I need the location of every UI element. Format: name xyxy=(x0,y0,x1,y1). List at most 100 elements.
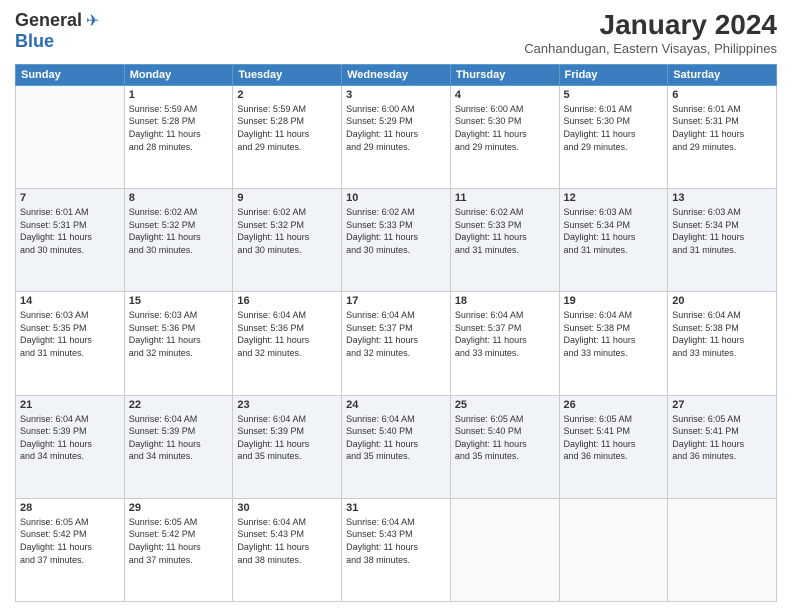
day-cell: 13 Sunrise: 6:03 AM Sunset: 5:34 PM Dayli… xyxy=(668,189,777,292)
day-info: Sunrise: 6:00 AM Sunset: 5:30 PM Dayligh… xyxy=(455,103,555,153)
day-cell: 9 Sunrise: 6:02 AM Sunset: 5:32 PM Daylig… xyxy=(233,189,342,292)
day-info: Sunrise: 6:05 AM Sunset: 5:42 PM Dayligh… xyxy=(129,516,229,566)
column-header-friday: Friday xyxy=(559,64,668,85)
day-cell: 7 Sunrise: 6:01 AM Sunset: 5:31 PM Daylig… xyxy=(16,189,125,292)
day-number: 18 xyxy=(455,295,555,307)
day-info: Sunrise: 6:02 AM Sunset: 5:33 PM Dayligh… xyxy=(346,206,446,256)
day-info: Sunrise: 6:01 AM Sunset: 5:31 PM Dayligh… xyxy=(20,206,120,256)
day-number: 22 xyxy=(129,399,229,411)
day-cell: 15 Sunrise: 6:03 AM Sunset: 5:36 PM Dayli… xyxy=(124,292,233,395)
month-title: January 2024 xyxy=(524,10,777,41)
day-number: 5 xyxy=(564,89,664,101)
day-info: Sunrise: 6:04 AM Sunset: 5:43 PM Dayligh… xyxy=(346,516,446,566)
day-cell: 31 Sunrise: 6:04 AM Sunset: 5:43 PM Dayli… xyxy=(342,498,451,601)
day-number: 13 xyxy=(672,192,772,204)
day-cell: 24 Sunrise: 6:04 AM Sunset: 5:40 PM Dayli… xyxy=(342,395,451,498)
day-info: Sunrise: 6:04 AM Sunset: 5:40 PM Dayligh… xyxy=(346,413,446,463)
day-cell: 19Sunrise: 6:04 AM Sunset: 5:38 PM Dayli… xyxy=(559,292,668,395)
day-info: Sunrise: 6:04 AM Sunset: 5:38 PM Dayligh… xyxy=(672,309,772,359)
day-info: Sunrise: 6:01 AM Sunset: 5:30 PM Dayligh… xyxy=(564,103,664,153)
day-number: 9 xyxy=(237,192,337,204)
day-info: Sunrise: 6:02 AM Sunset: 5:32 PM Dayligh… xyxy=(237,206,337,256)
day-number: 10 xyxy=(346,192,446,204)
day-cell: 26 Sunrise: 6:05 AM Sunset: 5:41 PM Dayli… xyxy=(559,395,668,498)
day-number: 20 xyxy=(672,295,772,307)
day-cell: 5 Sunrise: 6:01 AM Sunset: 5:30 PM Daylig… xyxy=(559,85,668,188)
logo-bird-icon: ✈ xyxy=(86,11,99,31)
day-number: 28 xyxy=(20,502,120,514)
day-info: Sunrise: 5:59 AM Sunset: 5:28 PM Dayligh… xyxy=(237,103,337,153)
day-cell: 1 Sunrise: 5:59 AM Sunset: 5:28 PM Daylig… xyxy=(124,85,233,188)
day-number: 14 xyxy=(20,295,120,307)
day-cell: 2 Sunrise: 5:59 AM Sunset: 5:28 PM Daylig… xyxy=(233,85,342,188)
day-number: 19 xyxy=(564,295,664,307)
day-number: 8 xyxy=(129,192,229,204)
day-cell: 12Sunrise: 6:03 AM Sunset: 5:34 PM Dayli… xyxy=(559,189,668,292)
day-number: 23 xyxy=(237,399,337,411)
day-cell: 11 Sunrise: 6:02 AM Sunset: 5:33 PM Dayli… xyxy=(450,189,559,292)
week-row-3: 14 Sunrise: 6:03 AM Sunset: 5:35 PM Dayli… xyxy=(16,292,777,395)
week-row-1: 1 Sunrise: 5:59 AM Sunset: 5:28 PM Daylig… xyxy=(16,85,777,188)
calendar-table: SundayMondayTuesdayWednesdayThursdayFrid… xyxy=(15,64,777,602)
day-info: Sunrise: 6:00 AM Sunset: 5:29 PM Dayligh… xyxy=(346,103,446,153)
day-cell xyxy=(16,85,125,188)
day-cell: 28Sunrise: 6:05 AM Sunset: 5:42 PM Dayli… xyxy=(16,498,125,601)
day-number: 26 xyxy=(564,399,664,411)
day-cell: 4 Sunrise: 6:00 AM Sunset: 5:30 PM Daylig… xyxy=(450,85,559,188)
day-cell: 20 Sunrise: 6:04 AM Sunset: 5:38 PM Dayli… xyxy=(668,292,777,395)
day-number: 25 xyxy=(455,399,555,411)
day-number: 4 xyxy=(455,89,555,101)
day-number: 6 xyxy=(672,89,772,101)
day-info: Sunrise: 6:04 AM Sunset: 5:39 PM Dayligh… xyxy=(20,413,120,463)
day-info: Sunrise: 6:04 AM Sunset: 5:36 PM Dayligh… xyxy=(237,309,337,359)
day-info: Sunrise: 6:04 AM Sunset: 5:39 PM Dayligh… xyxy=(129,413,229,463)
day-info: Sunrise: 6:04 AM Sunset: 5:37 PM Dayligh… xyxy=(346,309,446,359)
day-info: Sunrise: 6:05 AM Sunset: 5:41 PM Dayligh… xyxy=(672,413,772,463)
day-cell: 22 Sunrise: 6:04 AM Sunset: 5:39 PM Dayli… xyxy=(124,395,233,498)
day-cell: 23 Sunrise: 6:04 AM Sunset: 5:39 PM Dayli… xyxy=(233,395,342,498)
day-info: Sunrise: 5:59 AM Sunset: 5:28 PM Dayligh… xyxy=(129,103,229,153)
day-number: 15 xyxy=(129,295,229,307)
day-info: Sunrise: 6:03 AM Sunset: 5:36 PM Dayligh… xyxy=(129,309,229,359)
day-info: Sunrise: 6:04 AM Sunset: 5:43 PM Dayligh… xyxy=(237,516,337,566)
day-cell: 17 Sunrise: 6:04 AM Sunset: 5:37 PM Dayli… xyxy=(342,292,451,395)
day-cell: 21 Sunrise: 6:04 AM Sunset: 5:39 PM Dayli… xyxy=(16,395,125,498)
day-info: Sunrise: 6:05 AM Sunset: 5:41 PM Dayligh… xyxy=(564,413,664,463)
day-number: 31 xyxy=(346,502,446,514)
day-cell: 8Sunrise: 6:02 AM Sunset: 5:32 PM Daylig… xyxy=(124,189,233,292)
day-number: 21 xyxy=(20,399,120,411)
day-number: 1 xyxy=(129,89,229,101)
column-header-saturday: Saturday xyxy=(668,64,777,85)
day-info: Sunrise: 6:01 AM Sunset: 5:31 PM Dayligh… xyxy=(672,103,772,153)
day-info: Sunrise: 6:03 AM Sunset: 5:35 PM Dayligh… xyxy=(20,309,120,359)
day-cell: 14 Sunrise: 6:03 AM Sunset: 5:35 PM Dayli… xyxy=(16,292,125,395)
day-info: Sunrise: 6:04 AM Sunset: 5:37 PM Dayligh… xyxy=(455,309,555,359)
day-cell: 18 Sunrise: 6:04 AM Sunset: 5:37 PM Dayli… xyxy=(450,292,559,395)
day-cell: 6 Sunrise: 6:01 AM Sunset: 5:31 PM Daylig… xyxy=(668,85,777,188)
day-info: Sunrise: 6:05 AM Sunset: 5:40 PM Dayligh… xyxy=(455,413,555,463)
header: General ✈ Blue January 2024 Canhandugan,… xyxy=(15,10,777,56)
day-number: 24 xyxy=(346,399,446,411)
day-number: 16 xyxy=(237,295,337,307)
week-row-4: 21 Sunrise: 6:04 AM Sunset: 5:39 PM Dayli… xyxy=(16,395,777,498)
header-row: SundayMondayTuesdayWednesdayThursdayFrid… xyxy=(16,64,777,85)
day-info: Sunrise: 6:04 AM Sunset: 5:39 PM Dayligh… xyxy=(237,413,337,463)
column-header-monday: Monday xyxy=(124,64,233,85)
day-number: 27 xyxy=(672,399,772,411)
column-header-sunday: Sunday xyxy=(16,64,125,85)
week-row-5: 28 Sunrise: 6:05 AM Sunset: 5:42 PM Dayli… xyxy=(16,498,777,601)
day-number: 2 xyxy=(237,89,337,101)
day-number: 7 xyxy=(20,192,120,204)
logo-text-blue: Blue xyxy=(15,31,54,51)
day-info: Sunrise: 6:03 AM Sunset: 5:34 PM Dayligh… xyxy=(672,206,772,256)
subtitle: Canhandugan, Eastern Visayas, Philippine… xyxy=(524,41,777,56)
day-number: 12 xyxy=(564,192,664,204)
day-number: 11 xyxy=(455,192,555,204)
logo: General ✈ Blue xyxy=(15,10,99,52)
week-row-2: 7 Sunrise: 6:01 AM Sunset: 5:31 PM Daylig… xyxy=(16,189,777,292)
day-number: 17 xyxy=(346,295,446,307)
day-number: 29 xyxy=(129,502,229,514)
title-area: January 2024 Canhandugan, Eastern Visaya… xyxy=(524,10,777,56)
day-cell xyxy=(450,498,559,601)
day-info: Sunrise: 6:02 AM Sunset: 5:33 PM Dayligh… xyxy=(455,206,555,256)
